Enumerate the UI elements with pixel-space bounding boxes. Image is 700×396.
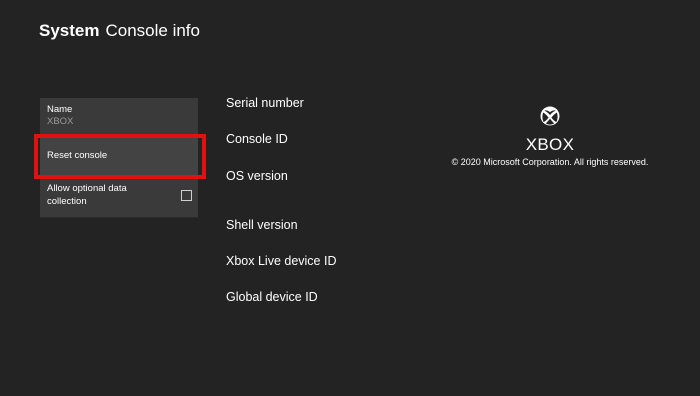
global-device-id-label: Global device ID [226, 290, 318, 304]
section-title: System [39, 21, 100, 40]
optional-data-collection-toggle[interactable]: Allow optional data collection [40, 176, 198, 218]
copyright-text: © 2020 Microsoft Corporation. All rights… [451, 157, 649, 167]
shell-version-label: Shell version [226, 218, 298, 232]
settings-menu: Name XBOX Reset console Allow optional d… [40, 98, 198, 218]
optional-data-label: Allow optional data collection [47, 183, 127, 207]
name-label: Name [47, 104, 73, 115]
os-version-label: OS version [226, 169, 288, 183]
xbox-logo-icon [540, 106, 560, 126]
optional-data-checkbox[interactable] [181, 190, 192, 201]
console-id-label: Console ID [226, 132, 288, 146]
brand-block: XBOX © 2020 Microsoft Corporation. All r… [440, 106, 660, 167]
reset-console-label: Reset console [47, 150, 108, 161]
page-title: System Console info [39, 21, 200, 41]
serial-number-label: Serial number [226, 96, 304, 110]
page-subtitle: Console info [105, 21, 200, 40]
name-value: XBOX [47, 116, 74, 127]
xbox-live-device-id-label: Xbox Live device ID [226, 254, 337, 268]
reset-console-button[interactable]: Reset console [40, 136, 198, 176]
name-tile[interactable]: Name XBOX [40, 98, 198, 136]
brand-name: XBOX [525, 135, 575, 154]
